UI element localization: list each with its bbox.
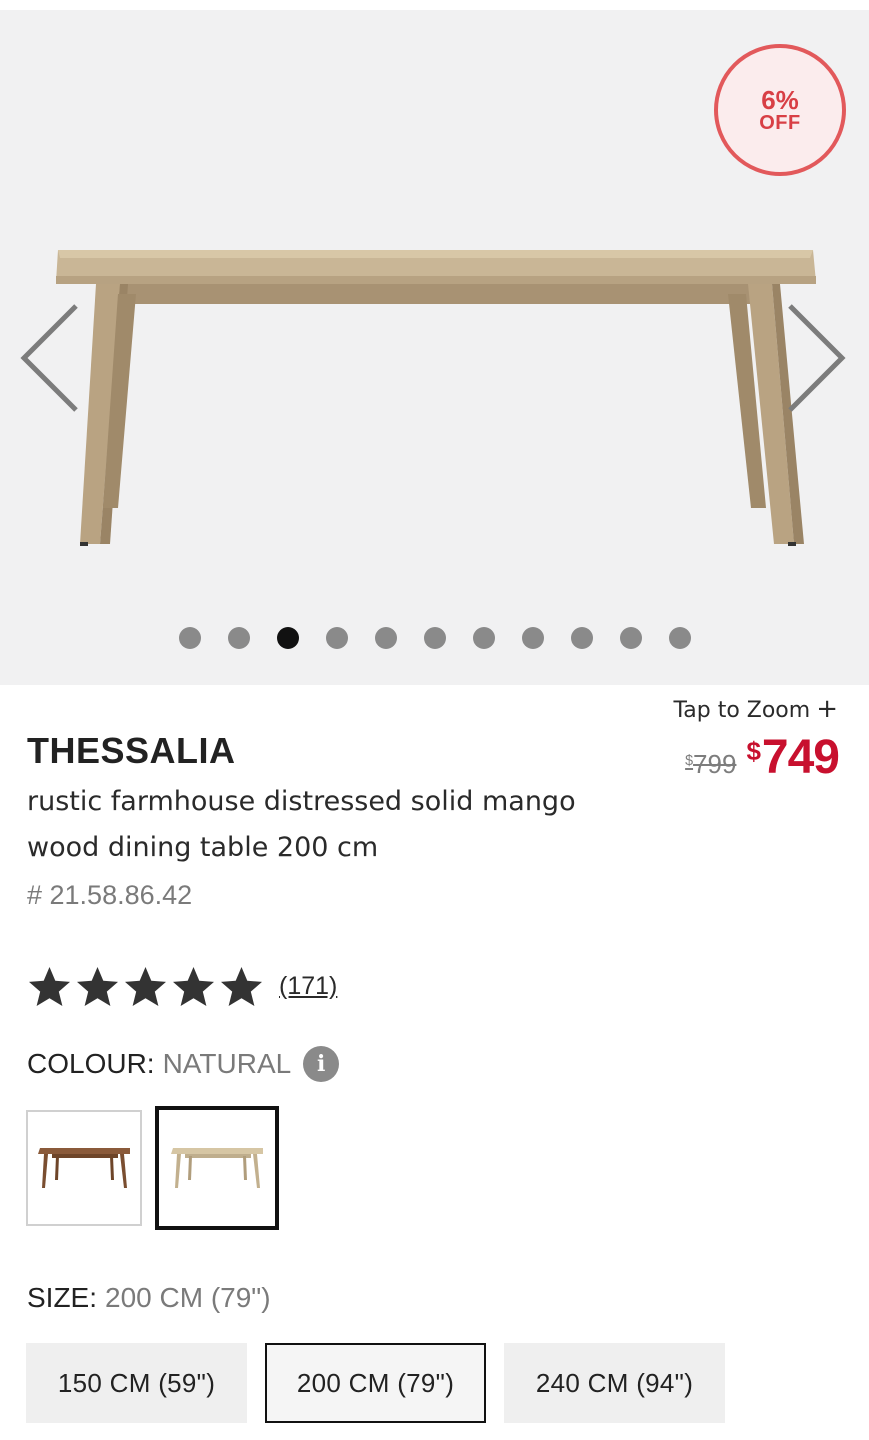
tap-to-zoom-label: Tap to Zoom [673, 698, 811, 723]
star-icon [77, 967, 118, 1006]
price-block: $799 $749 [685, 730, 840, 785]
sale-price: $749 [746, 730, 840, 785]
info-icon[interactable]: i [303, 1046, 340, 1082]
tap-to-zoom-button[interactable]: Tap to Zoom + [673, 694, 838, 724]
gallery-dot[interactable] [668, 627, 691, 649]
product-gallery[interactable]: 6% OFF [0, 10, 869, 685]
product-sku: # 21.58.86.42 [27, 880, 193, 910]
gallery-dot[interactable] [619, 627, 642, 649]
plus-icon: + [816, 694, 838, 724]
original-price: $799 [685, 749, 736, 780]
gallery-dot[interactable] [570, 627, 593, 649]
gallery-dot[interactable] [472, 627, 495, 649]
discount-badge: 6% OFF [714, 44, 846, 176]
size-label: SIZE: [27, 1282, 98, 1313]
star-icon [29, 967, 70, 1006]
star-icon [173, 967, 214, 1006]
original-price-amount: 799 [693, 749, 737, 779]
gallery-dot[interactable] [521, 627, 544, 649]
gallery-dot[interactable] [423, 627, 446, 649]
product-brand: THESSALIA [27, 730, 236, 771]
original-price-currency: $ [685, 753, 694, 769]
sale-price-amount: 749 [761, 731, 840, 784]
colour-swatch-walnut[interactable] [26, 1110, 142, 1226]
gallery-dot[interactable] [178, 627, 201, 649]
natural-table-thumbnail [171, 1148, 263, 1188]
size-option-200[interactable]: 200 CM (79") [265, 1343, 486, 1423]
colour-label: COLOUR: [27, 1048, 155, 1079]
colour-swatch-natural[interactable] [155, 1106, 279, 1230]
discount-percent: 6% [761, 85, 799, 115]
star-icon [125, 967, 166, 1006]
discount-off-label: OFF [759, 112, 801, 134]
gallery-dot[interactable] [374, 627, 397, 649]
sale-price-currency: $ [746, 736, 761, 766]
star-rating [27, 964, 267, 1009]
colour-selector-label: COLOUR: NATURAL i [27, 1046, 340, 1082]
gallery-dot[interactable] [276, 627, 299, 649]
rating-summary[interactable]: (171) [27, 964, 337, 1009]
size-option-240[interactable]: 240 CM (94") [504, 1343, 725, 1423]
size-value: 200 CM (79") [105, 1282, 271, 1313]
product-description: rustic farmhouse distressed solid mango … [27, 786, 576, 863]
size-option-150[interactable]: 150 CM (59") [26, 1343, 247, 1423]
product-image [56, 250, 816, 546]
chevron-right-icon[interactable] [784, 300, 850, 416]
colour-value: NATURAL [162, 1048, 292, 1079]
walnut-table-thumbnail [38, 1148, 130, 1188]
star-icon [221, 967, 262, 1006]
gallery-dot[interactable] [227, 627, 250, 649]
gallery-dot[interactable] [325, 627, 348, 649]
size-selector-label: SIZE: 200 CM (79") [27, 1282, 271, 1314]
review-count-link[interactable]: (171) [279, 972, 337, 1001]
chevron-left-icon[interactable] [16, 300, 82, 416]
top-strip [0, 0, 869, 10]
gallery-pagination [0, 627, 869, 649]
